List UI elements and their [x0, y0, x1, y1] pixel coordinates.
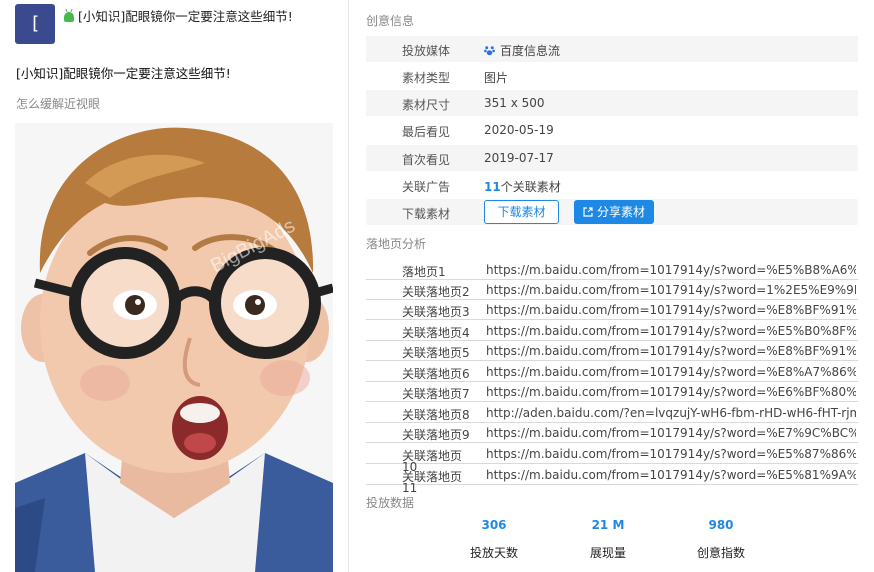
landing-section-title: 落地页分析 — [366, 237, 427, 251]
info-value: 2019-07-17 — [484, 151, 554, 165]
landing-url[interactable]: https://m.baidu.com/from=1017914y/s?word… — [486, 344, 856, 358]
creative-image[interactable]: BigBigAds — [15, 123, 333, 572]
landing-label: 关联落地页3 — [402, 305, 470, 319]
landing-url[interactable]: https://m.baidu.com/from=1017914y/s?word… — [486, 468, 856, 482]
info-label: 首次看见 — [402, 153, 451, 167]
landing-url[interactable]: https://m.baidu.com/from=1017914y/s?word… — [486, 324, 856, 338]
info-row-size: 素材尺寸 351 x 500 — [366, 90, 858, 116]
media-name: 百度信息流 — [500, 44, 561, 58]
landing-url[interactable]: https://m.baidu.com/from=1017914y/s?word… — [486, 447, 856, 461]
landing-row: 关联落地页4 https://m.baidu.com/from=1017914y… — [366, 321, 858, 341]
landing-url[interactable]: https://m.baidu.com/from=1017914y/s?word… — [486, 283, 856, 297]
stat-days-label: 投放天数 — [469, 546, 518, 560]
info-label: 投放媒体 — [402, 44, 451, 58]
info-value: 11个关联素材 — [484, 178, 561, 195]
header-title: [小知识]配眼镜你一定要注意这些细节! — [78, 9, 293, 24]
landing-row: 落地页1 https://m.baidu.com/from=1017914y/s… — [366, 260, 858, 280]
info-row-type: 素材类型 图片 — [366, 63, 858, 89]
landing-row: 关联落地页9 https://m.baidu.com/from=1017914y… — [366, 423, 858, 443]
stat-impressions-label: 展现量 — [589, 546, 626, 560]
stat-days-value: 306 — [481, 518, 507, 532]
creative-details-panel: 创意信息 投放媒体 百度信息流 素材类型 图片 素材尺寸 351 x 500 最… — [350, 0, 874, 572]
related-suffix: 个关联素材 — [500, 180, 561, 194]
info-label: 最后看见 — [402, 125, 451, 139]
share-button-label: 分享素材 — [596, 205, 645, 219]
landing-url[interactable]: https://m.baidu.com/from=1017914y/s?word… — [486, 303, 856, 317]
landing-url[interactable]: https://m.baidu.com/from=1017914y/s?word… — [486, 365, 856, 379]
child-with-glasses-illustration: BigBigAds — [15, 123, 333, 572]
landing-row: 关联落地页5 https://m.baidu.com/from=1017914y… — [366, 341, 858, 361]
landing-row: 关联落地页2 https://m.baidu.com/from=1017914y… — [366, 280, 858, 300]
landing-url[interactable]: https://m.baidu.com/from=1017914y/s?word… — [486, 426, 856, 440]
info-row-first-seen: 首次看见 2019-07-17 — [366, 145, 858, 171]
landing-row: 关联落地页8 http://aden.baidu.com/?en=lvqzujY… — [366, 403, 858, 423]
landing-url[interactable]: https://m.baidu.com/from=1017914y/s?word… — [486, 263, 856, 277]
creative-info-title: 创意信息 — [366, 14, 415, 28]
landing-url[interactable]: https://m.baidu.com/from=1017914y/s?word… — [486, 385, 856, 399]
landing-label: 关联落地页6 — [402, 367, 470, 381]
landing-label: 关联落地页2 — [402, 285, 470, 299]
landing-row: 关联落地页6 https://m.baidu.com/from=1017914y… — [366, 362, 858, 382]
info-value: 351 x 500 — [484, 96, 545, 110]
share-button[interactable]: 分享素材 — [574, 200, 654, 224]
download-button[interactable]: 下载素材 — [484, 200, 559, 224]
landing-url[interactable]: http://aden.baidu.com/?en=lvqzujY-wH6-fb… — [486, 406, 856, 420]
info-row-media: 投放媒体 百度信息流 — [366, 36, 858, 62]
info-row-related-ads: 关联广告 11个关联素材 — [366, 172, 858, 198]
landing-label: 关联落地页9 — [402, 428, 470, 442]
android-icon — [64, 12, 74, 22]
ad-title: [小知识]配眼镜你一定要注意这些细节! — [16, 66, 231, 81]
info-value: 百度信息流 — [484, 42, 560, 59]
related-count-link[interactable]: 11 — [484, 180, 501, 194]
advertiser-avatar[interactable]: [ — [15, 4, 55, 44]
info-value: 图片 — [484, 71, 509, 85]
info-label: 关联广告 — [402, 180, 451, 194]
info-row-download: 下载素材 下载素材 分享素材 — [366, 199, 858, 225]
info-row-last-seen: 最后看见 2020-05-19 — [366, 117, 858, 143]
landing-label: 关联落地页8 — [402, 408, 470, 422]
info-value: 2020-05-19 — [484, 123, 554, 137]
info-label: 素材尺寸 — [402, 98, 451, 112]
landing-label: 关联落地页5 — [402, 346, 470, 360]
stat-index-label: 创意指数 — [696, 546, 745, 560]
ad-description: 怎么缓解近视眼 — [16, 97, 101, 111]
landing-row: 关联落地页3 https://m.baidu.com/from=1017914y… — [366, 300, 858, 320]
landing-row: 关联落地页7 https://m.baidu.com/from=1017914y… — [366, 382, 858, 402]
info-label: 素材类型 — [402, 71, 451, 85]
landing-label: 关联落地页4 — [402, 326, 470, 340]
share-icon — [583, 207, 593, 217]
landing-row: 关联落地页 https://m.baidu.com/from=1017914y/… — [366, 444, 858, 464]
landing-index: 11 — [402, 481, 418, 495]
landing-label: 关联落地页7 — [402, 387, 470, 401]
stats-section-title: 投放数据 — [366, 496, 415, 510]
baidu-paw-icon — [484, 46, 495, 56]
advertiser-header: [小知识]配眼镜你一定要注意这些细节! — [64, 6, 293, 25]
creative-preview-panel: [ [小知识]配眼镜你一定要注意这些细节! [小知识]配眼镜你一定要注意这些细节… — [0, 0, 349, 572]
landing-label: 落地页1 — [402, 265, 446, 279]
stat-index-value: 980 — [708, 518, 734, 532]
info-label: 下载素材 — [402, 207, 451, 221]
stat-impressions-value: 21 M — [591, 518, 625, 532]
landing-row: 关联落地页 https://m.baidu.com/from=1017914y/… — [366, 465, 858, 485]
